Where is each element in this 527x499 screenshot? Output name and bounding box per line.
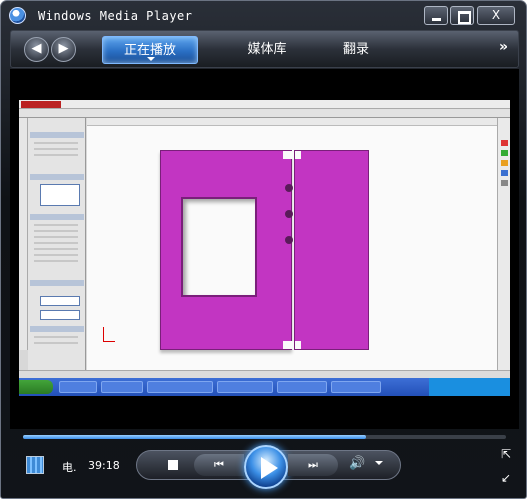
recorded-view-toolbar: [87, 118, 497, 126]
recorded-taskbar-item: [59, 381, 97, 393]
sheet-metal-part: [160, 150, 295, 350]
tab-now-playing[interactable]: 正在播放: [102, 36, 198, 64]
pm-row: [34, 224, 78, 226]
pm-row: [34, 154, 78, 156]
maximize-button[interactable]: [450, 6, 474, 25]
pm-row: [34, 260, 78, 262]
part-hole-dot: [285, 236, 293, 244]
pm-section-header: [30, 280, 84, 286]
title-bar[interactable]: Windows Media Player X: [1, 1, 526, 29]
recorded-toolbar: [19, 109, 510, 118]
play-button[interactable]: [244, 445, 288, 489]
pm-selection-box: [40, 184, 80, 206]
forward-button[interactable]: ▶: [51, 37, 76, 62]
close-button[interactable]: X: [477, 6, 515, 25]
pm-row: [34, 142, 78, 144]
recorded-taskbar: [19, 378, 510, 396]
pm-row: [34, 148, 78, 150]
part-notch: [295, 151, 301, 159]
playback-controls: 电. 39:18 ⏮ ⏭ 🔊 ⇱ ↙: [1, 441, 526, 499]
pm-row: [34, 236, 78, 238]
recorded-taskbar-item: [147, 381, 213, 393]
recorded-menubar: [19, 100, 510, 109]
recorded-taskbar-item: [331, 381, 381, 393]
media-title: 电.: [62, 461, 77, 474]
pm-section-header: [30, 326, 84, 332]
compact-mode-icon[interactable]: ↙: [501, 471, 511, 485]
recorded-taskbar-item: [101, 381, 143, 393]
pm-row: [34, 248, 78, 250]
video-area[interactable]: [10, 69, 519, 429]
recorded-system-tray: [429, 378, 510, 396]
recorded-task-pane-tabs: [497, 118, 510, 370]
volume-icon[interactable]: 🔊: [349, 456, 365, 471]
pm-section-header: [30, 214, 84, 220]
part-notch: [295, 341, 301, 349]
sheet-metal-flange: [294, 150, 369, 350]
pm-row: [34, 242, 78, 244]
task-pane-icon: [501, 170, 508, 176]
stop-button[interactable]: [168, 460, 178, 470]
pm-row: [34, 230, 78, 232]
part-hole-dot: [285, 184, 293, 192]
seek-bar[interactable]: [23, 435, 506, 439]
part-window-cutout: [181, 197, 257, 297]
previous-button[interactable]: ⏮: [194, 454, 244, 476]
navigation-bar: ◀ ▶ 正在播放 媒体库 翻录 »: [10, 30, 519, 68]
elapsed-time: 39:18: [88, 459, 120, 472]
more-tabs-icon[interactable]: »: [499, 39, 508, 55]
pm-row: [34, 342, 78, 344]
tab-rip[interactable]: 翻录: [326, 36, 386, 64]
pm-section-header: [30, 132, 84, 138]
wmp-logo-icon: [9, 7, 26, 24]
recorded-start-button: [19, 380, 53, 394]
back-button[interactable]: ◀: [24, 37, 49, 62]
wmp-window: Windows Media Player X ◀ ▶ 正在播放 媒体库 翻录 »: [0, 0, 527, 499]
fullscreen-icon[interactable]: ⇱: [501, 447, 511, 461]
part-hole-dot: [285, 210, 293, 218]
tab-library[interactable]: 媒体库: [227, 36, 307, 64]
task-pane-icon: [501, 150, 508, 156]
task-pane-icon: [501, 180, 508, 186]
triad-x-axis: [103, 341, 115, 342]
task-pane-icon: [501, 160, 508, 166]
minimize-button[interactable]: [424, 6, 448, 25]
triad-y-axis: [103, 327, 104, 341]
video-frame: [19, 100, 510, 396]
seek-progress: [23, 435, 366, 439]
next-button[interactable]: ⏭: [288, 454, 338, 476]
pm-row: [34, 254, 78, 256]
recorded-left-toolbar: [19, 118, 28, 350]
recorded-taskbar-item: [277, 381, 327, 393]
recorded-taskbar-item: [217, 381, 273, 393]
window-title: Windows Media Player: [38, 9, 193, 23]
pm-section-header: [30, 174, 84, 180]
pm-input-box: [40, 310, 80, 320]
recorded-property-manager: [28, 118, 86, 370]
recorded-status-bar: [19, 370, 510, 378]
volume-dropdown-icon[interactable]: [375, 461, 383, 469]
recorded-app-logo: [21, 101, 61, 108]
pm-row: [34, 336, 78, 338]
pm-input-box: [40, 296, 80, 306]
media-type-icon: [26, 456, 44, 474]
task-pane-icon: [501, 140, 508, 146]
